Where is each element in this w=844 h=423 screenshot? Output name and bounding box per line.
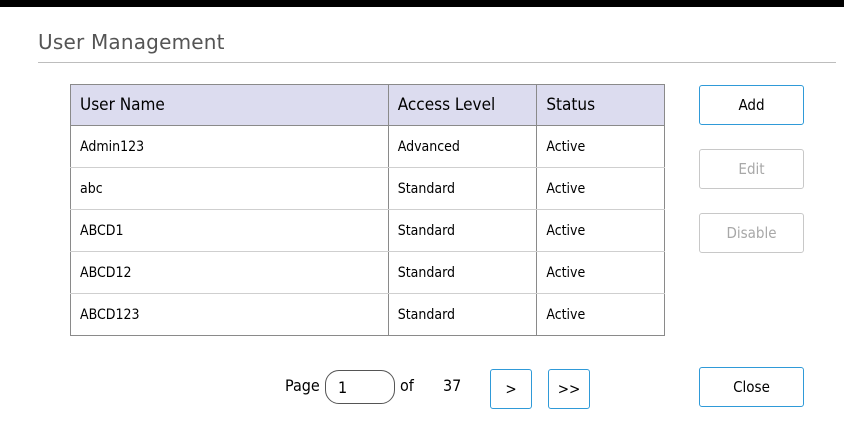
cell-access-level: Standard bbox=[388, 209, 538, 252]
column-header-access-level[interactable]: Access Level bbox=[388, 84, 538, 126]
cell-user-name: Admin123 bbox=[70, 125, 389, 168]
close-button[interactable]: Close bbox=[699, 367, 804, 407]
table-row[interactable]: abc Standard Active bbox=[70, 167, 665, 210]
cell-status: Active bbox=[536, 293, 665, 336]
cell-status: Active bbox=[536, 251, 665, 294]
cell-user-name: abc bbox=[70, 167, 389, 210]
column-header-status[interactable]: Status bbox=[536, 84, 665, 126]
last-page-button[interactable]: >> bbox=[548, 369, 590, 409]
table-row[interactable]: ABCD12 Standard Active bbox=[70, 251, 665, 294]
cell-access-level: Standard bbox=[388, 293, 538, 336]
cell-status: Active bbox=[536, 209, 665, 252]
table-row[interactable]: Admin123 Advanced Active bbox=[70, 125, 665, 168]
title-divider bbox=[38, 62, 836, 63]
cell-user-name: ABCD123 bbox=[70, 293, 389, 336]
add-user-button[interactable]: Add bbox=[699, 85, 804, 125]
edit-user-button[interactable]: Edit bbox=[699, 149, 804, 189]
page-title: User Management bbox=[38, 30, 225, 54]
table-header-row: User Name Access Level Status bbox=[70, 84, 665, 126]
cell-status: Active bbox=[536, 125, 665, 168]
users-table: User Name Access Level Status Admin123 A… bbox=[70, 84, 665, 336]
top-bar bbox=[0, 0, 844, 7]
next-page-button[interactable]: > bbox=[490, 369, 532, 409]
disable-user-button[interactable]: Disable bbox=[699, 213, 804, 253]
cell-user-name: ABCD1 bbox=[70, 209, 389, 252]
cell-access-level: Standard bbox=[388, 167, 538, 210]
page-label: Page bbox=[285, 376, 320, 395]
table-row[interactable]: ABCD123 Standard Active bbox=[70, 293, 665, 336]
cell-status: Active bbox=[536, 167, 665, 210]
total-pages: 37 bbox=[443, 376, 462, 395]
page-number-input[interactable] bbox=[325, 370, 395, 404]
column-header-user-name[interactable]: User Name bbox=[70, 84, 389, 126]
table-row[interactable]: ABCD1 Standard Active bbox=[70, 209, 665, 252]
cell-user-name: ABCD12 bbox=[70, 251, 389, 294]
cell-access-level: Standard bbox=[388, 251, 538, 294]
cell-access-level: Advanced bbox=[388, 125, 538, 168]
of-label: of bbox=[400, 376, 414, 395]
